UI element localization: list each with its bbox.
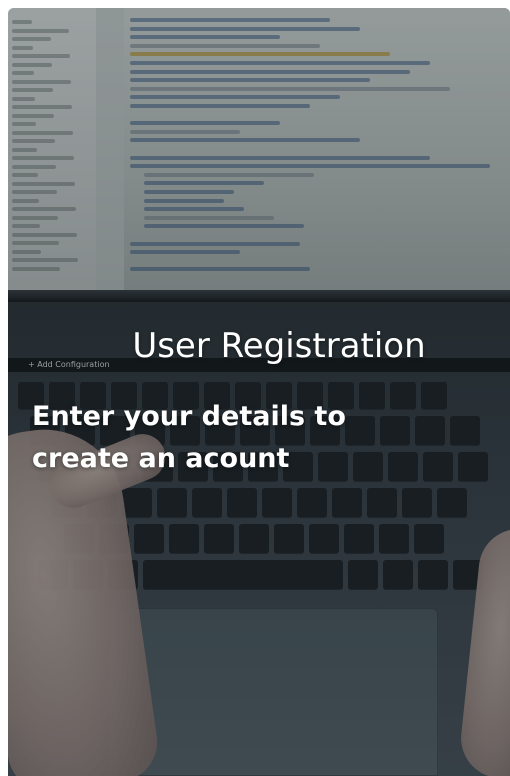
image-dark-overlay [8,8,510,776]
page-subtitle: Enter your details to create an acount [32,401,346,474]
registration-hero-card: + Add Configuration User Registration En… [8,8,510,776]
page-title: User Registration [132,326,426,366]
